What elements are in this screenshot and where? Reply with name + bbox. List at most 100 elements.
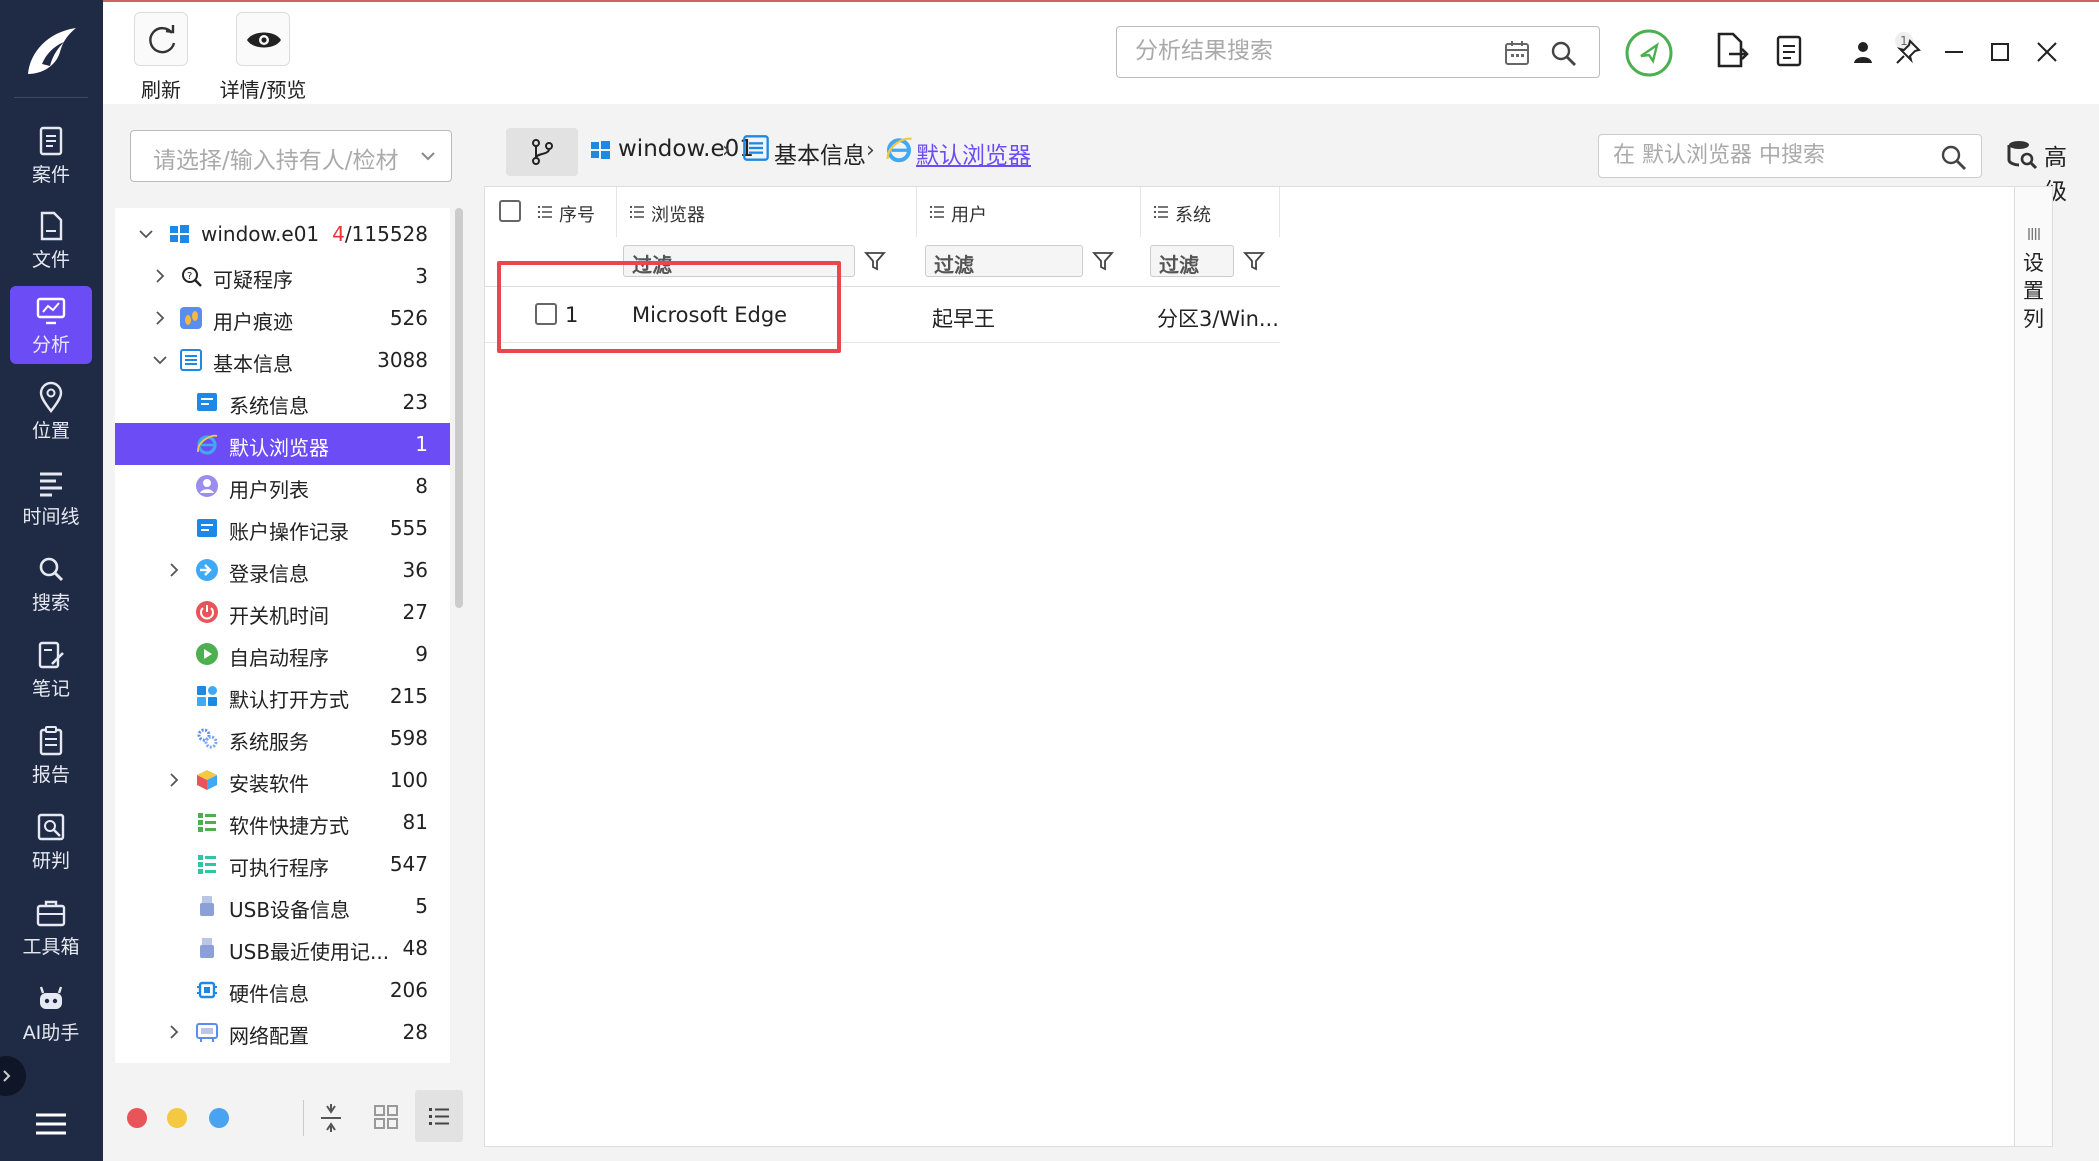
breadcrumb-separator: › (866, 138, 875, 163)
breadcrumb-item-basic-info[interactable]: 基本信息 (774, 136, 866, 170)
tree-item-label: 软件快捷方式 (229, 814, 349, 838)
list-view-button[interactable] (415, 1090, 463, 1142)
chevron-right-icon[interactable] (165, 771, 183, 789)
tree-item-hardware-info[interactable]: 硬件信息 206 (115, 969, 450, 1011)
chevron-right-icon[interactable] (165, 1023, 183, 1041)
nav-toolbox[interactable]: 工具箱 (10, 888, 92, 966)
tree-item-account-operations[interactable]: 账户操作记录 555 (115, 507, 450, 549)
location-pin-icon (39, 381, 63, 413)
toolbox-icon (36, 900, 66, 927)
hamburger-menu-icon[interactable] (34, 1110, 68, 1138)
rail-expand-handle[interactable] (0, 1056, 26, 1096)
tree-item-label: 账户操作记录 (229, 520, 349, 544)
scoped-search-input[interactable] (1599, 135, 1919, 175)
status-ok-icon[interactable] (1624, 28, 1674, 78)
nav-case[interactable]: 案件 (10, 116, 92, 194)
footprints-icon (180, 307, 202, 329)
tree-item-power-times[interactable]: 开关机时间 27 (115, 591, 450, 633)
search-icon (39, 557, 64, 582)
minimize-icon[interactable] (1940, 38, 1968, 66)
yellow-dot[interactable] (167, 1108, 187, 1128)
tree-item-user-traces[interactable]: 用户痕迹 526 (115, 297, 450, 339)
analysis-search-input[interactable] (1117, 27, 1487, 75)
set-columns-button[interactable]: 设置列 (2014, 187, 2052, 1146)
task-list-icon[interactable] (1771, 30, 1811, 70)
select-all-checkbox[interactable] (499, 200, 521, 222)
nav-notes[interactable]: 笔记 (10, 630, 92, 708)
tree-item-label: 默认打开方式 (229, 688, 349, 712)
search-icon[interactable] (1939, 143, 1967, 171)
nav-search[interactable]: 搜索 (10, 544, 92, 622)
detail-preview-button[interactable]: 详情/预览 (213, 12, 313, 103)
holder-select-placeholder: 请选择/输入持有人/检材 (153, 148, 399, 174)
nav-judge[interactable]: 研判 (10, 802, 92, 880)
clipboard-icon (39, 726, 63, 756)
nav-file[interactable]: 文件 (10, 201, 92, 279)
blue-dot[interactable] (209, 1108, 229, 1128)
tree-item-default-browser[interactable]: 默认浏览器 1 (115, 423, 450, 465)
red-dot[interactable] (127, 1108, 147, 1128)
tree-item-suspicious-programs[interactable]: ? 可疑程序 3 (115, 255, 450, 297)
tree-item-default-open-with[interactable]: 默认打开方式 215 (115, 675, 450, 717)
tree-item-startup-programs[interactable]: 自启动程序 9 (115, 633, 450, 675)
filter-input-user[interactable]: 过滤 (925, 245, 1083, 277)
tree-item-basic-info[interactable]: 基本信息 3088 (115, 339, 450, 381)
column-header-system[interactable]: 系统 (1141, 187, 1280, 237)
maximize-icon[interactable] (1986, 38, 2014, 66)
filter-funnel-icon[interactable] (863, 249, 887, 273)
column-header-user[interactable]: 用户 (917, 187, 1141, 237)
breadcrumb-item-default-browser[interactable]: 默认浏览器 (916, 136, 1031, 170)
collapse-all-icon[interactable] (317, 1102, 345, 1134)
tree-item-system-info[interactable]: 系统信息 23 (115, 381, 450, 423)
tree-item-executables[interactable]: 可执行程序 547 (115, 843, 450, 885)
nav-ai-assistant[interactable]: AI助手 (10, 974, 92, 1052)
tree-item-label: window.e01 (201, 222, 320, 246)
column-header-index[interactable]: 序号 (525, 187, 617, 237)
breadcrumb-item-window-e01[interactable]: window.e01 (618, 136, 754, 162)
tree-item-window-e01[interactable]: window.e01 4/115528 (115, 213, 450, 255)
tree-item-label: 硬件信息 (229, 982, 309, 1006)
tree-item-system-services[interactable]: 系统服务 598 (115, 717, 450, 759)
calendar-icon[interactable] (1503, 39, 1531, 67)
close-icon[interactable] (2033, 38, 2061, 66)
nav-analysis[interactable]: 分析 (10, 286, 92, 364)
chevron-right-icon[interactable] (151, 267, 169, 285)
tree-item-software-shortcuts[interactable]: 软件快捷方式 81 (115, 801, 450, 843)
chevron-down-icon[interactable] (137, 225, 155, 243)
search-icon[interactable] (1549, 39, 1577, 67)
nav-search-label: 搜索 (31, 592, 70, 614)
power-icon (196, 601, 218, 623)
holder-select[interactable]: 请选择/输入持有人/检材 (130, 130, 452, 182)
tree-item-label: 安装软件 (229, 772, 309, 796)
nav-timeline[interactable]: 时间线 (10, 458, 92, 536)
branch-button[interactable] (506, 128, 578, 176)
pin-icon[interactable] (1894, 38, 1922, 66)
nav-timeline-label: 时间线 (22, 506, 80, 528)
chevron-right-icon[interactable] (165, 561, 183, 579)
filter-funnel-icon[interactable] (1242, 249, 1266, 273)
filter-funnel-icon[interactable] (1091, 249, 1115, 273)
apps-grid-icon (197, 686, 217, 706)
tree-item-login-info[interactable]: 登录信息 36 (115, 549, 450, 591)
nav-judge-label: 研判 (31, 850, 70, 872)
network-card-icon (196, 1023, 218, 1042)
nav-location[interactable]: 位置 (10, 372, 92, 450)
grid-view-icon[interactable] (373, 1104, 399, 1130)
tree-item-label: 系统服务 (229, 730, 309, 754)
filter-input-system[interactable]: 过滤 (1150, 245, 1234, 277)
tree-item-usb-devices[interactable]: USB设备信息 5 (115, 885, 450, 927)
user-icon[interactable] (1849, 38, 1877, 66)
tree-item-network-config[interactable]: 网络配置 28 (115, 1011, 450, 1053)
nav-notes-label: 笔记 (31, 678, 70, 700)
chevron-right-icon[interactable] (151, 309, 169, 327)
tree-item-usb-recent[interactable]: USB最近使用记... 48 (115, 927, 450, 969)
tree-item-installed-software[interactable]: 安装软件 100 (115, 759, 450, 801)
tree-scrollbar[interactable] (455, 208, 463, 608)
export-file-icon[interactable] (1711, 30, 1751, 70)
column-header-browser[interactable]: 浏览器 (617, 187, 917, 237)
nav-report[interactable]: 报告 (10, 716, 92, 794)
monitor-chart-icon (36, 297, 66, 325)
chevron-down-icon[interactable] (151, 351, 169, 369)
refresh-button[interactable]: 刷新 (116, 12, 206, 103)
tree-item-user-list[interactable]: 用户列表 8 (115, 465, 450, 507)
